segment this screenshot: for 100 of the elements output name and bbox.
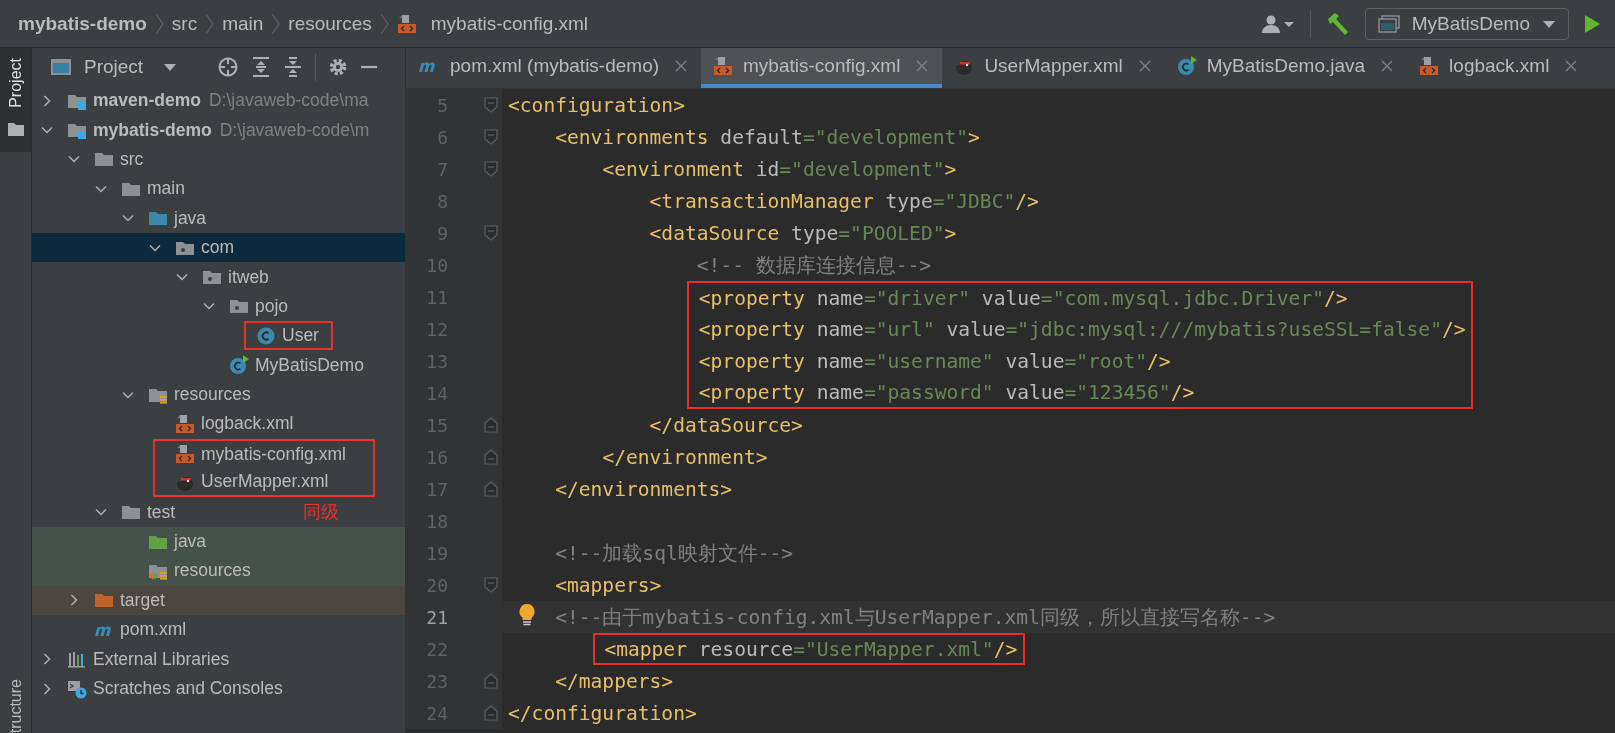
editor-tab[interactable]: UserMapper.xml xyxy=(942,48,1165,88)
fold-marker-icon[interactable] xyxy=(484,417,498,433)
tree-row[interactable]: External Libraries xyxy=(32,644,405,674)
breadcrumb[interactable]: src xyxy=(171,12,198,35)
tree-item-label: com xyxy=(201,237,235,259)
fold-marker-icon[interactable] xyxy=(484,225,498,241)
breadcrumb[interactable]: main xyxy=(222,12,264,35)
caret-icon[interactable] xyxy=(163,62,178,72)
xml-file-icon xyxy=(175,414,195,434)
tree-row[interactable]: java xyxy=(32,203,405,233)
run-configuration-dropdown[interactable]: MyBatisDemo xyxy=(1364,7,1569,40)
code-text: </mappers> xyxy=(555,669,674,693)
tree-row[interactable]: logback.xml xyxy=(32,409,405,439)
tree-item-label: User xyxy=(282,325,319,347)
tree-item-label: resources xyxy=(174,384,251,406)
side-tab[interactable]: tructure xyxy=(0,673,31,733)
tab-label: logback.xml xyxy=(1449,55,1550,77)
fold-marker-icon[interactable] xyxy=(484,129,498,145)
tree-item-label: Scratches and Consoles xyxy=(93,678,283,699)
code-text: <configuration> xyxy=(508,93,685,117)
fold-marker-icon[interactable] xyxy=(484,449,498,465)
collapse-all-icon[interactable] xyxy=(283,56,304,78)
tree-row[interactable]: pojo xyxy=(32,291,405,322)
tree-item-label: pojo xyxy=(255,295,289,317)
class-icon xyxy=(1176,56,1197,76)
side-tab[interactable]: Project xyxy=(0,48,31,152)
tree-row[interactable]: src xyxy=(32,144,405,175)
xml-file-icon xyxy=(175,444,195,465)
tree-item-label: src xyxy=(120,148,144,170)
tree-item-label: maven-demo xyxy=(93,90,201,112)
close-icon[interactable] xyxy=(1565,60,1578,72)
close-icon[interactable] xyxy=(675,60,688,72)
tree-row[interactable]: com xyxy=(32,232,405,263)
tree-row[interactable]: resources xyxy=(32,556,405,586)
code-text: <mappers> xyxy=(555,573,662,597)
editor-tab[interactable]: logback.xml xyxy=(1407,48,1592,88)
tree-row[interactable]: User xyxy=(32,321,405,351)
editor-tab[interactable]: mybatis-config.xml xyxy=(701,48,943,88)
tree-row[interactable]: MyBatisDemo xyxy=(32,350,405,380)
xml-file-icon xyxy=(1419,56,1440,76)
code-text: <environments default="development"> xyxy=(555,125,980,149)
tree-item-label: main xyxy=(147,178,185,200)
tree-row[interactable]: Scratches and Consoles xyxy=(32,673,405,704)
tree-item-label: pom.xml xyxy=(120,619,187,641)
tree-item-label: java xyxy=(174,531,207,553)
chevron-right-icon xyxy=(271,12,281,35)
tree-item-label: External Libraries xyxy=(93,648,230,670)
tree-row[interactable]: java xyxy=(32,526,405,557)
code-text: <property name="password" value="123456"/> xyxy=(698,380,1195,404)
annotation-note: 同级 xyxy=(303,501,340,525)
breadcrumb[interactable]: resources xyxy=(288,12,372,35)
fold-marker-icon[interactable] xyxy=(484,705,498,721)
window-icon xyxy=(1377,14,1400,33)
tree-row[interactable]: main xyxy=(32,174,405,204)
tree-row[interactable]: UserMapper.xml xyxy=(32,468,405,498)
close-icon[interactable] xyxy=(1138,60,1151,72)
fold-marker-icon[interactable] xyxy=(484,577,498,593)
expand-all-icon[interactable] xyxy=(251,56,272,78)
tree-row[interactable]: itweb xyxy=(32,262,405,292)
editor-tab[interactable]: MyBatisDemo.java xyxy=(1164,48,1408,88)
tree-row[interactable]: maven-demo D:\javaweb-code\ma xyxy=(32,86,405,116)
tree-item-label: mybatis-config.xml xyxy=(201,443,346,465)
editor-tab[interactable]: pom.xml (mybatis-demo) xyxy=(406,48,702,88)
tree-item-label: logback.xml xyxy=(201,413,294,435)
tree-row[interactable]: resources xyxy=(32,379,405,410)
fold-marker-icon[interactable] xyxy=(484,673,498,689)
panel-title[interactable]: Project xyxy=(84,56,144,78)
chevron-right-icon xyxy=(379,12,389,35)
locate-icon[interactable] xyxy=(217,56,240,78)
run-icon[interactable] xyxy=(1583,13,1601,34)
class-icon xyxy=(229,355,249,376)
code-text: <!--加载sql映射文件--> xyxy=(555,540,794,567)
breadcrumb[interactable]: mybatis-config.xml xyxy=(430,12,589,35)
code-text: <property name="url" value="jdbc:mysql:///mybatis?useSSL=false"/> xyxy=(698,317,1466,341)
monitor-icon xyxy=(50,57,72,77)
libraries-icon xyxy=(67,649,87,670)
close-icon[interactable] xyxy=(1381,60,1394,72)
chevron-right-icon xyxy=(205,12,215,35)
folder-icon xyxy=(7,121,24,136)
module-path: D:\javaweb-code\ma xyxy=(208,90,369,112)
breadcrumb[interactable]: mybatis-demo xyxy=(18,12,147,35)
fold-marker-icon[interactable] xyxy=(484,97,498,113)
code-text: <property name="driver" value="com.mysql.jdbc.Driver"/> xyxy=(698,286,1348,310)
tree-row[interactable]: target xyxy=(32,585,405,616)
tab-label: MyBatisDemo.java xyxy=(1206,55,1366,77)
tree-row[interactable]: mybatis-demo D:\javaweb-code\m xyxy=(32,115,405,145)
tree-row[interactable]: pom.xml xyxy=(32,615,405,645)
code-text: </environment> xyxy=(602,445,768,469)
tree-row[interactable]: mybatis-config.xml xyxy=(32,438,405,469)
scratches-icon xyxy=(67,678,87,699)
xml-file-icon xyxy=(713,56,734,76)
fold-marker-icon[interactable] xyxy=(484,161,498,177)
tree-row[interactable]: test 同级 xyxy=(32,497,405,527)
tree-item-label: test xyxy=(147,501,176,523)
settings-icon[interactable] xyxy=(328,57,349,77)
caret-icon xyxy=(1542,18,1556,29)
fold-marker-icon[interactable] xyxy=(484,481,498,497)
xml-file-icon xyxy=(396,13,417,34)
module-path: D:\javaweb-code\m xyxy=(219,119,370,141)
lightbulb-icon[interactable] xyxy=(518,603,536,627)
